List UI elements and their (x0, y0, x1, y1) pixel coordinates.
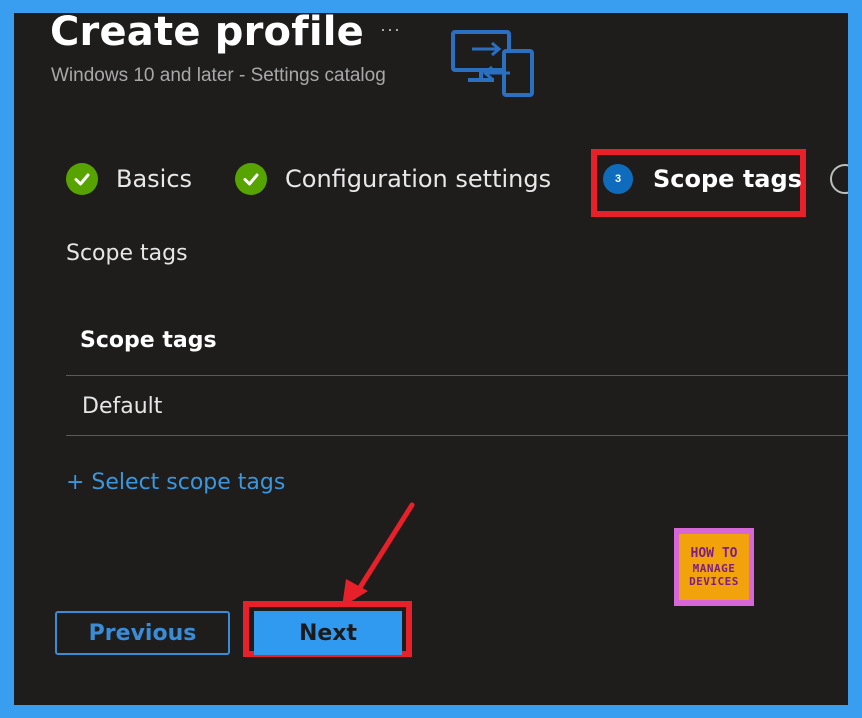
table-row: Default (82, 394, 163, 419)
step-next-partial[interactable] (830, 164, 848, 194)
page-title: Create profile (50, 13, 364, 55)
logo-text: DEVICES (689, 575, 739, 588)
step-basics[interactable]: Basics (66, 163, 192, 195)
step-scope-tags[interactable]: 3 Scope tags (603, 164, 802, 194)
table-column-header: Scope tags (80, 328, 217, 353)
logo-text: HOW TO (690, 546, 738, 561)
step-configuration-settings[interactable]: Configuration settings (235, 163, 551, 195)
logo-inner: HOW TO MANAGE DEVICES (679, 534, 749, 600)
checkmark-circle-icon (235, 163, 267, 195)
more-options-icon[interactable]: ··· (380, 19, 401, 40)
table-divider (66, 435, 848, 436)
step-label: Scope tags (653, 165, 802, 193)
checkmark-circle-icon (66, 163, 98, 195)
table-divider (66, 375, 848, 376)
section-heading: Scope tags (66, 241, 188, 266)
annotation-arrow (342, 502, 415, 607)
device-sync-icon (451, 30, 534, 97)
page-subtitle: Windows 10 and later - Settings catalog (51, 65, 386, 86)
step-label: Basics (116, 165, 193, 193)
next-button[interactable]: Next (254, 611, 402, 655)
previous-button[interactable]: Previous (55, 611, 230, 655)
select-scope-tags-link[interactable]: + Select scope tags (66, 470, 285, 495)
how-to-manage-devices-logo: HOW TO MANAGE DEVICES (674, 528, 754, 606)
create-profile-panel: Create profile ··· Windows 10 and later … (14, 13, 848, 705)
step-number-badge: 3 (603, 164, 633, 194)
logo-text: MANAGE (692, 562, 736, 575)
step-label: Configuration settings (285, 165, 552, 193)
